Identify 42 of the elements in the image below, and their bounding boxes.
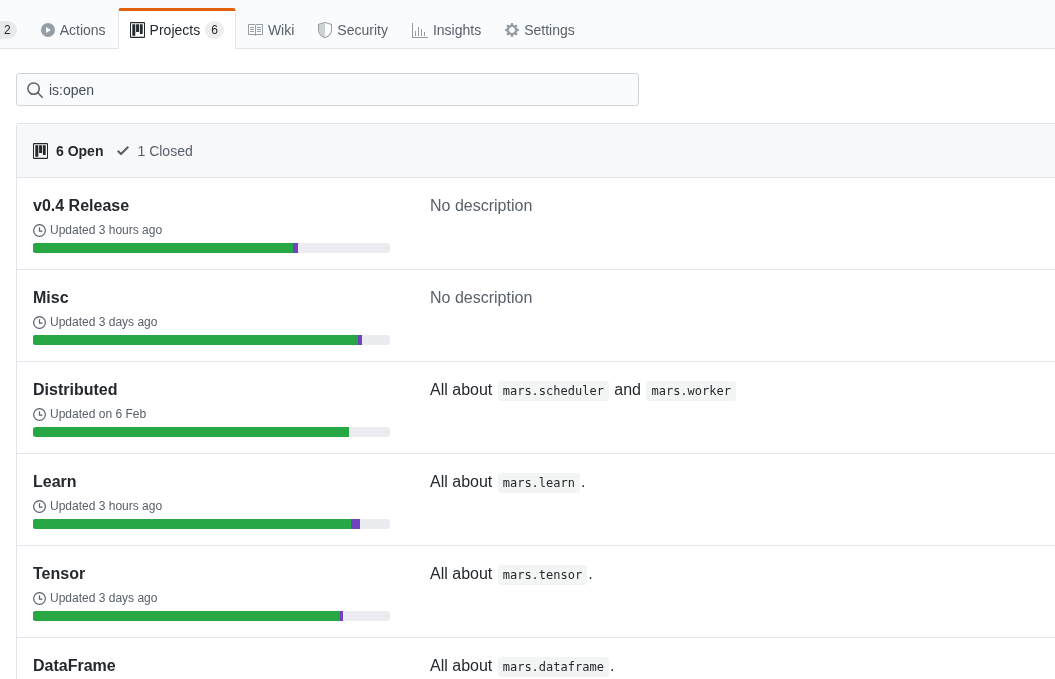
- project-description: All about mars.scheduler and mars.worker: [430, 378, 737, 403]
- nav-tab[interactable]: Settings: [493, 8, 587, 49]
- project-title-link[interactable]: v0.4 Release: [33, 194, 130, 218]
- project-title-link[interactable]: DataFrame: [33, 654, 116, 678]
- project-title-link[interactable]: Distributed: [33, 378, 118, 402]
- tab-counter: 6: [205, 21, 224, 39]
- clock-icon: [33, 315, 46, 329]
- project-board-icon: [129, 22, 145, 38]
- filter-link[interactable]: 1 Closed: [117, 142, 193, 159]
- updated-text: Updated 3 days ago: [50, 590, 158, 607]
- filter-link[interactable]: 6 Open: [33, 142, 104, 159]
- nav-tab[interactable]: 2: [0, 8, 29, 49]
- clock-icon: [33, 591, 46, 605]
- project-title-link[interactable]: Misc: [33, 286, 69, 310]
- settings-icon: [505, 23, 520, 37]
- updated-text: Updated 3 hours ago: [50, 498, 163, 515]
- nav-tab[interactable]: Security: [306, 8, 400, 49]
- nav-tab[interactable]: Projects 6: [117, 8, 236, 49]
- project-title-link[interactable]: Learn: [33, 470, 77, 494]
- search-icon: [27, 82, 43, 98]
- clock-icon: [33, 499, 46, 513]
- project-description: No description: [430, 196, 533, 216]
- nav-tab[interactable]: Actions: [28, 8, 118, 49]
- clock-icon: [33, 407, 46, 421]
- clock-icon: [33, 223, 46, 237]
- nav-tab[interactable]: Insights: [399, 8, 494, 49]
- project-title-link[interactable]: Tensor: [33, 562, 86, 586]
- bar-chart-icon: [411, 22, 428, 38]
- check-icon: [117, 145, 130, 156]
- project-board-icon: [33, 142, 48, 159]
- updated-text: Updated 3 hours ago: [50, 222, 163, 239]
- project-description: All about mars.learn .: [430, 470, 586, 495]
- project-description: No description: [430, 288, 533, 308]
- updated-text: Updated on 6 Feb: [50, 406, 147, 423]
- project-description: All about mars.tensor .: [430, 562, 593, 587]
- nav-tab[interactable]: Wiki: [235, 8, 307, 49]
- shield-icon: [318, 22, 333, 38]
- project-description: All about mars.dataframe .: [430, 654, 615, 679]
- search-field[interactable]: is:open: [16, 73, 639, 106]
- book-icon: [247, 24, 263, 36]
- updated-text: Updated 3 days ago: [50, 314, 158, 331]
- tab-counter: 2: [0, 21, 17, 39]
